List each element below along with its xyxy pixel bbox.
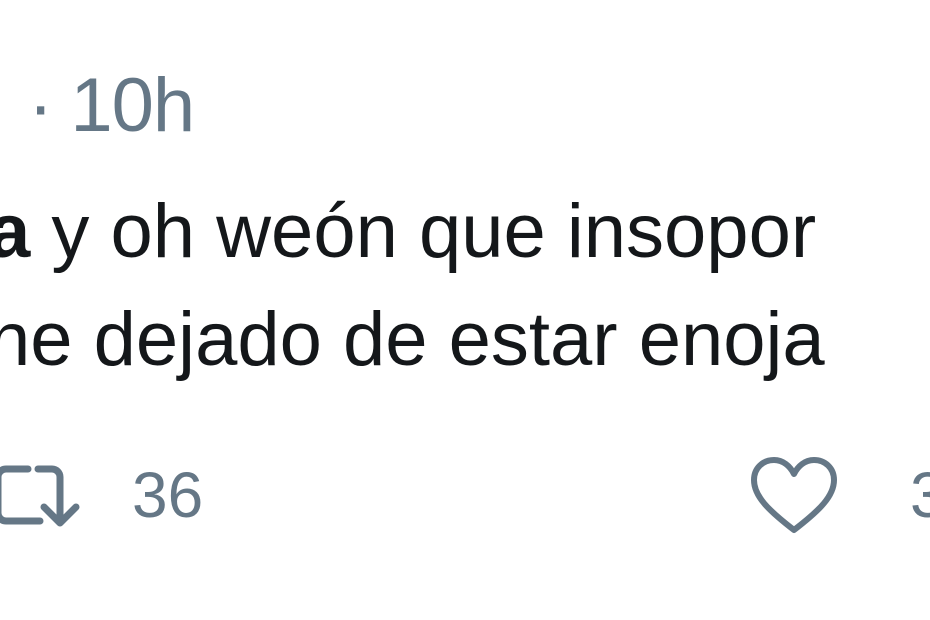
tweet-text-line-1: a y oh weón que insopor [0, 178, 930, 286]
tweet-text-line-1-rest: y oh weón que insopor [30, 189, 817, 274]
retweet-icon [0, 455, 82, 535]
retweet-count: 36 [132, 459, 204, 531]
tweet-meta: · 10h [28, 62, 195, 149]
like-count: 3 [910, 459, 930, 531]
meta-separator: · [28, 63, 53, 148]
like-button[interactable]: 3 [748, 440, 930, 550]
heart-icon [748, 454, 840, 536]
tweet-text-line-2: ne dejado de estar enoja [0, 297, 825, 382]
tweet-actions: 36 3 [0, 440, 930, 550]
tweet-timestamp[interactable]: 10h [70, 63, 195, 148]
retweet-button[interactable]: 36 [0, 440, 203, 550]
mention-fragment[interactable]: a [0, 189, 30, 274]
tweet-text: a y oh weón que insopor ne dejado de est… [0, 178, 930, 394]
